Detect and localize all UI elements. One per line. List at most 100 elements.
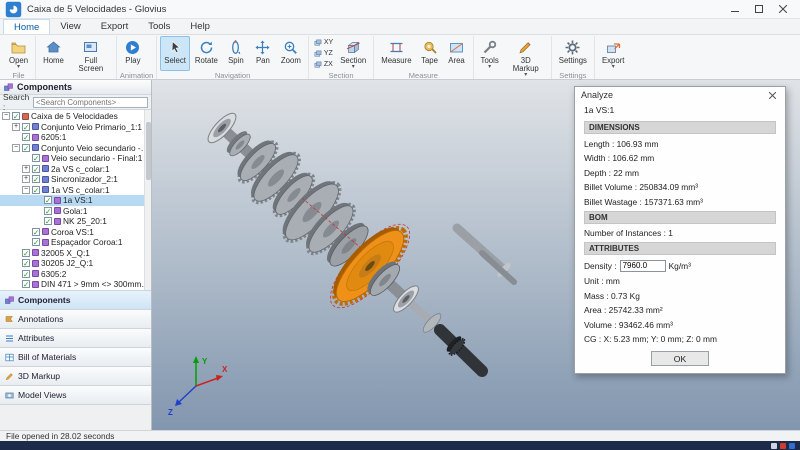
checkbox[interactable]: ✓	[22, 259, 30, 267]
assembly-icon	[42, 165, 49, 172]
tab-annotations[interactable]: Annotations	[0, 309, 151, 328]
tree-item[interactable]: −✓Caixa de 5 Velocidades	[0, 111, 151, 122]
dialog-close-button[interactable]	[766, 91, 779, 100]
checkbox[interactable]: ✓	[12, 112, 20, 120]
tree-item[interactable]: ✓6305:2	[0, 269, 151, 280]
tree-item[interactable]: −✓Conjunto Veio secundario - Fi...	[0, 143, 151, 154]
checkbox[interactable]: ✓	[32, 228, 40, 236]
export-button[interactable]: Export ▾	[598, 36, 629, 71]
tape-icon	[421, 39, 438, 56]
checkbox[interactable]: ✓	[32, 238, 40, 246]
tab-bill-of-materials[interactable]: Bill of Materials	[0, 347, 151, 366]
minimize-icon	[731, 5, 739, 13]
full-screen-button[interactable]: Full Screen	[69, 36, 113, 71]
maximize-button[interactable]	[747, 0, 771, 18]
tree-item[interactable]: ✓NK 25_20:1	[0, 216, 151, 227]
checkbox[interactable]: ✓	[44, 217, 52, 225]
tab-model-views[interactable]: Model Views	[0, 385, 151, 404]
open-button[interactable]: Open ▾	[5, 36, 32, 71]
tree-item[interactable]: ✓Gola:1	[0, 206, 151, 217]
settings-button[interactable]: Settings	[555, 36, 591, 71]
checkbox[interactable]: ✓	[22, 270, 30, 278]
ribbon-group-view: Home Full Screen	[35, 36, 116, 79]
zoom-button[interactable]: Zoom	[277, 36, 305, 71]
scrollbar-thumb[interactable]	[146, 122, 151, 180]
tree-scrollbar[interactable]	[144, 110, 151, 290]
tree-item[interactable]: +✓2a VS c_colar:1	[0, 164, 151, 175]
menu-export[interactable]: Export	[91, 19, 138, 34]
tree-item[interactable]: ✓Espaçador Coroa:1	[0, 237, 151, 248]
checkbox[interactable]: ✓	[32, 186, 40, 194]
tape-button[interactable]: Tape	[417, 36, 443, 71]
tree-item[interactable]: ✓Veio secundario - Final:1	[0, 153, 151, 164]
collapse-icon[interactable]: −	[12, 144, 20, 152]
tab-3d-markup[interactable]: 3D Markup	[0, 366, 151, 385]
tree-item[interactable]: ✓6205:1	[0, 132, 151, 143]
tree-item[interactable]: +✓Conjunto Veio Primario_1:1	[0, 122, 151, 133]
checkbox[interactable]: ✓	[32, 175, 40, 183]
checkbox[interactable]: ✓	[32, 154, 40, 162]
collapse-icon[interactable]: −	[22, 186, 30, 194]
select-button[interactable]: Select	[160, 36, 190, 71]
rotate-button[interactable]: Rotate	[191, 36, 222, 71]
play-button[interactable]: Play	[120, 36, 146, 71]
ribbon-group-tools: Tools ▾ 3D Markup ▾	[473, 36, 551, 79]
tree-item-selected[interactable]: ✓1a VS:1	[0, 195, 151, 206]
checkbox[interactable]: ✓	[22, 249, 30, 257]
tab-components[interactable]: Components	[0, 290, 151, 309]
spin-button[interactable]: Spin	[223, 36, 249, 71]
area-button[interactable]: Area	[444, 36, 470, 71]
viewport-3d[interactable]: Y X Z Analyze 1a VS:1 DIMENSIONS Length …	[152, 80, 800, 430]
mass-row: Mass : 0.73 Kg	[584, 288, 776, 303]
density-input[interactable]	[620, 260, 666, 272]
ok-button[interactable]: OK	[651, 351, 709, 366]
checkbox[interactable]: ✓	[22, 280, 30, 288]
checkbox[interactable]: ✓	[44, 207, 52, 215]
plane-yz-icon	[314, 50, 322, 58]
checkbox[interactable]: ✓	[32, 165, 40, 173]
tray-icon[interactable]	[771, 443, 777, 449]
bom-table-icon	[5, 353, 14, 362]
tree-item[interactable]: ✓30205 J2_Q:1	[0, 258, 151, 269]
menu-view[interactable]: View	[50, 19, 90, 34]
tree-item[interactable]: +✓Sincronizador_2:1	[0, 174, 151, 185]
tree-item[interactable]: ✓DIN 471 > 9mm <> 300mm 2...	[0, 279, 151, 290]
chevron-down-icon: ▾	[17, 65, 20, 70]
expand-icon[interactable]: +	[12, 123, 20, 131]
tree-item[interactable]: −✓1a VS c_colar:1	[0, 185, 151, 196]
pan-button[interactable]: Pan	[250, 36, 276, 71]
axis-x-label: X	[222, 365, 228, 374]
checkbox[interactable]: ✓	[44, 196, 52, 204]
search-input[interactable]	[33, 97, 148, 108]
menu-home[interactable]: Home	[3, 19, 50, 34]
section-zx-button[interactable]: ZX	[312, 60, 335, 70]
checkbox[interactable]: ✓	[22, 144, 30, 152]
tab-attributes[interactable]: Attributes	[0, 328, 151, 347]
section-yz-button[interactable]: YZ	[312, 49, 335, 59]
expand-icon[interactable]: +	[22, 175, 30, 183]
search-label: Search :	[3, 92, 30, 112]
components-icon	[5, 296, 14, 305]
home-button[interactable]: Home	[39, 36, 68, 71]
markup-3d-button[interactable]: 3D Markup ▾	[504, 36, 548, 71]
tools-button[interactable]: Tools ▾	[477, 36, 503, 71]
menu-tools[interactable]: Tools	[138, 19, 180, 34]
component-tree: −✓Caixa de 5 Velocidades +✓Conjunto Veio…	[0, 110, 151, 290]
checkbox[interactable]: ✓	[22, 133, 30, 141]
section-xy-button[interactable]: XY	[312, 38, 335, 48]
measure-button[interactable]: Measure	[377, 36, 415, 71]
group-label-section: Section	[312, 71, 370, 80]
minimize-button[interactable]	[723, 0, 747, 18]
collapse-icon[interactable]: −	[2, 112, 10, 120]
ribbon: Open ▾ File Home Full Screen	[0, 35, 800, 80]
section-button[interactable]: Section ▾	[336, 36, 370, 71]
tree-item[interactable]: ✓32005 X_Q:1	[0, 248, 151, 259]
tray-icon[interactable]	[780, 443, 786, 449]
menu-help[interactable]: Help	[180, 19, 220, 34]
close-button[interactable]	[771, 0, 795, 18]
checkbox[interactable]: ✓	[22, 123, 30, 131]
tray-icon[interactable]	[789, 443, 795, 449]
tree-item[interactable]: ✓Coroa VS:1	[0, 227, 151, 238]
part-icon	[32, 134, 39, 141]
expand-icon[interactable]: +	[22, 165, 30, 173]
